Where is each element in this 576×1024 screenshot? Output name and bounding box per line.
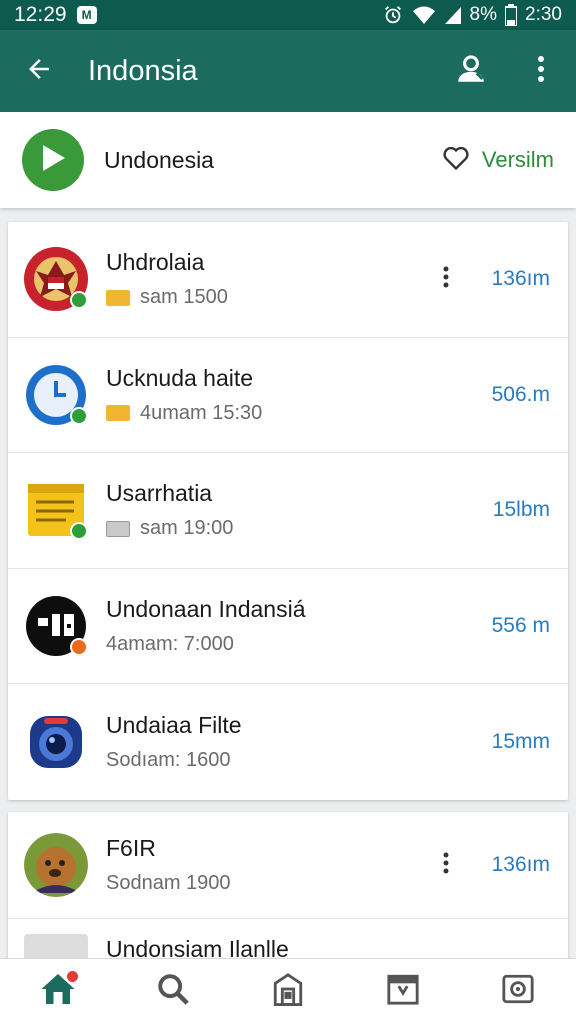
play-icon — [39, 143, 67, 178]
status-badge — [70, 406, 88, 425]
emblem-avatar — [24, 247, 88, 312]
notification-icon: M — [76, 6, 97, 24]
list-card: Uhdrolaia sam 1500 136ım Ucknuda haite 4… — [8, 222, 568, 800]
list-item[interactable]: Uhdrolaia sam 1500 136ım — [8, 222, 568, 338]
favorite-button[interactable]: Versilm — [442, 145, 554, 176]
status-bar: 12:29 M 8% 2:30 — [0, 0, 576, 30]
item-more-button[interactable] — [436, 259, 456, 299]
signal-icon — [444, 5, 462, 25]
item-more-button[interactable] — [436, 845, 456, 885]
item-size: 136ım — [491, 267, 550, 291]
list-item[interactable]: Ucknuda haite 4umam 15:30 506.m — [8, 338, 568, 454]
now-playing-card[interactable]: Undonesia Versilm — [0, 112, 576, 208]
status-time-left: 12:29 — [14, 3, 67, 26]
bottom-navigation — [0, 958, 576, 1024]
item-size: 136ım — [491, 853, 550, 876]
item-subtitle: sam 1500 — [140, 286, 228, 309]
notes-avatar — [24, 478, 88, 542]
folder-icon — [106, 405, 130, 422]
nav-home[interactable] — [28, 962, 88, 1022]
more-vert-icon — [443, 852, 449, 879]
nav-calendar[interactable] — [373, 962, 433, 1022]
item-title: F6IR — [106, 835, 156, 861]
store-icon — [272, 972, 304, 1011]
status-badge — [70, 638, 88, 657]
item-title: Undonaan Indansiá — [106, 596, 306, 623]
alarm-icon — [382, 4, 404, 26]
heart-icon — [442, 145, 470, 176]
item-size: 15lbm — [492, 498, 550, 522]
page-title: Indonsia — [88, 54, 198, 87]
search-icon — [156, 972, 190, 1011]
nav-settings[interactable] — [488, 962, 548, 1022]
back-button[interactable] — [0, 30, 78, 112]
item-title: Usarrhatia — [106, 480, 213, 507]
photo-avatar — [24, 833, 88, 897]
settings-icon — [501, 973, 535, 1010]
camera-avatar — [24, 710, 88, 774]
battery-percent: 8% — [469, 4, 498, 25]
play-button[interactable] — [22, 129, 84, 191]
more-options-button[interactable] — [506, 30, 576, 112]
nav-store[interactable] — [258, 962, 318, 1022]
wifi-icon — [412, 5, 436, 25]
item-subtitle: 4amam: 7:000 — [106, 633, 234, 656]
favorite-label: Versilm — [481, 147, 554, 172]
item-subtitle: Sodnam 1900 — [106, 872, 231, 894]
logo-avatar — [24, 594, 88, 658]
item-title: Uhdrolaia — [106, 249, 205, 276]
list-item[interactable]: Usarrhatia sam 19:00 15lbm — [8, 453, 568, 569]
list-item[interactable]: F6IR Sodnam 1900 136ım — [8, 812, 568, 919]
more-vert-icon — [443, 266, 449, 293]
calendar-icon — [386, 973, 420, 1010]
notification-dot — [66, 970, 78, 982]
nav-search[interactable] — [143, 962, 203, 1022]
clock-avatar — [24, 363, 88, 427]
more-vert-icon — [537, 55, 545, 88]
list-item[interactable]: Undaiaa Filte Sodıam: 1600 15mm — [8, 684, 568, 800]
item-size: 506.m — [491, 382, 550, 406]
keyboard-icon — [106, 520, 130, 537]
folder-icon — [106, 289, 130, 306]
item-subtitle: sam 19:00 — [140, 517, 234, 540]
item-size: 556 m — [491, 614, 550, 638]
item-title: Ucknuda haite — [106, 364, 254, 391]
list-item[interactable]: Undonaan Indansiá 4amam: 7:000 556 m — [8, 569, 568, 685]
item-subtitle: 4umam 15:30 — [140, 401, 263, 424]
item-title: Undaiaa Filte — [106, 712, 242, 739]
list-card: F6IR Sodnam 1900 136ım Undonsiam Ilanlle — [8, 812, 568, 964]
arrow-left-icon — [24, 54, 54, 89]
profile-button[interactable] — [436, 30, 506, 112]
person-icon — [454, 52, 488, 91]
status-time-right: 2:30 — [525, 4, 562, 25]
item-subtitle: Sodıam: 1600 — [106, 749, 231, 772]
app-bar: Indonsia — [0, 30, 576, 112]
now-playing-name: Undonesia — [104, 146, 214, 173]
battery-icon — [505, 4, 518, 26]
item-size: 15mm — [491, 730, 550, 754]
